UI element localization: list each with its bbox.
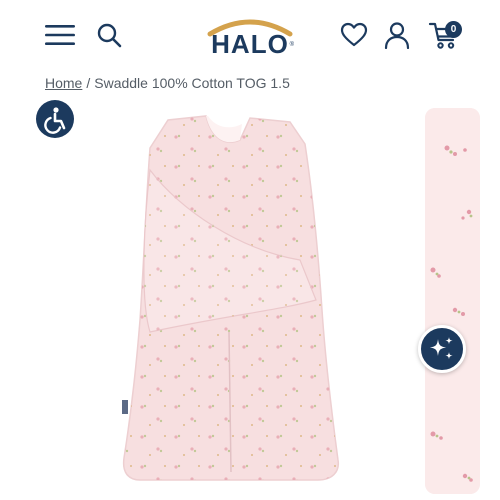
breadcrumb: Home / Swaddle 100% Cotton TOG 1.5 (45, 75, 290, 91)
menu-icon[interactable] (44, 22, 76, 48)
halo-logo[interactable]: HALO ® (204, 14, 296, 59)
breadcrumb-home-link[interactable]: Home (45, 75, 82, 91)
product-image-main[interactable] (0, 100, 420, 500)
heart-icon[interactable] (340, 22, 368, 48)
breadcrumb-current: Swaddle 100% Cotton TOG 1.5 (94, 75, 290, 91)
logo-registered-mark: ® (289, 42, 294, 48)
ai-assistant-button[interactable] (418, 325, 466, 373)
logo-text: HALO (211, 29, 289, 59)
sparkle-icon (430, 337, 453, 360)
search-icon[interactable] (96, 22, 122, 48)
fabric-closeup-image (425, 108, 480, 494)
accessibility-icon (44, 107, 66, 134)
accessibility-button[interactable] (36, 100, 74, 138)
product-image-thumbnail[interactable] (425, 108, 480, 494)
swaddle-image (122, 115, 340, 481)
site-header: HALO ® 0 (0, 0, 500, 70)
user-icon[interactable] (384, 21, 410, 49)
cart-count-badge: 0 (445, 21, 462, 38)
breadcrumb-separator: / (86, 75, 91, 91)
